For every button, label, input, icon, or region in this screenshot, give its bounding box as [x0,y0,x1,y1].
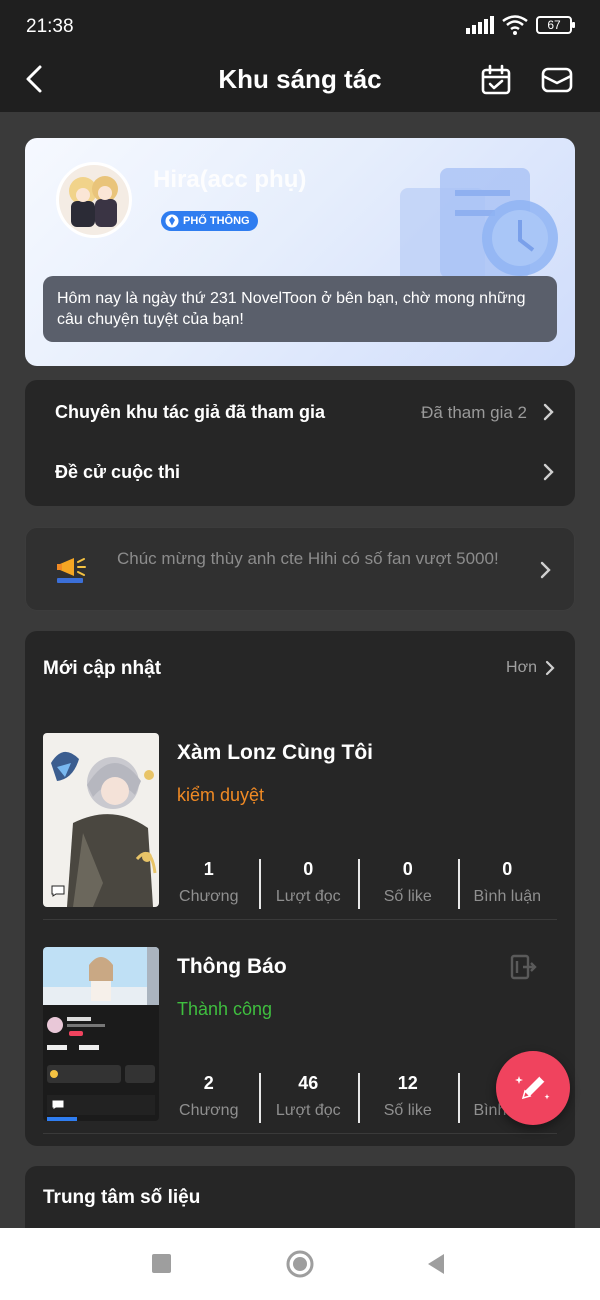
home-button[interactable] [286,1250,314,1278]
membership-badge: PHỔ THÔNG [161,211,258,231]
stat-label: Bình luận [473,888,542,905]
recent-updates-title: Mới cập nhật [43,658,162,679]
work-cover[interactable] [43,733,159,907]
announcement-text: Chúc mừng thùy anh cte Hihi có số fan vư… [117,549,499,568]
contest-recommend-row[interactable]: Đề cử cuộc thi [25,442,575,502]
shield-icon [165,214,179,228]
stat-likes: 12 Số like [358,1071,458,1125]
joined-author-zone-row[interactable]: Chuyên khu tác giả đã tham gia Đã tham g… [25,382,575,442]
calendar-icon[interactable] [480,64,512,96]
cover-illustration [43,947,159,1121]
announcement-banner[interactable]: Chúc mừng thùy anh cte Hihi có số fan vư… [25,527,575,611]
chevron-right-icon [545,660,555,676]
battery-icon: 67 [536,16,575,34]
stat-value: 0 [502,859,513,879]
work-title: Xàm Lonz Cùng Tôi [177,741,373,764]
more-link[interactable]: Hơn [506,659,555,677]
membership-label: PHỔ THÔNG [183,215,250,227]
stat-comments: 0 Bình luận [457,857,558,911]
avatar[interactable] [56,162,132,238]
megaphone-icon [57,558,86,583]
work-status: kiểm duyệt [177,785,265,805]
app-header: Khu sáng tác [0,50,600,112]
joined-count: Đã tham gia 2 [421,403,527,422]
avatar-image [59,165,129,235]
chevron-right-icon [543,463,554,481]
status-icons: 67 [466,15,575,35]
chevron-right-icon [540,561,551,579]
stat-label: Chương [179,888,239,905]
work-stats: 1 Chương 0 Lượt đọc 0 Số like 0 Bình luậ… [159,857,557,911]
work-item[interactable]: Thông Báo Thành công 2 Chương 46 Lượt đọ… [25,945,575,1135]
divider [43,919,557,920]
profile-card: Hira(acc phụ) PHỔ THÔNG Hôm nay là ngày … [25,138,575,366]
system-navigation-bar [0,1228,600,1300]
stat-reads: 0 Lượt đọc [258,857,359,911]
pencil-icon [515,1075,550,1100]
stat-value: 0 [303,859,314,879]
work-title: Thông Báo [177,955,287,978]
stat-label: Lượt đọc [275,1102,341,1119]
stat-label: Số like [383,888,432,905]
recent-updates-card: Mới cập nhật Hơn Xàm Lonz Cùng Tôi kiểm … [25,631,575,1146]
comment-icon [51,885,65,897]
username: Hira(acc phụ) [153,166,307,193]
signal-icon [466,16,494,34]
stat-value: 1 [203,859,214,879]
chevron-right-icon [543,403,554,421]
stat-label: Số like [383,1102,432,1119]
stat-reads: 46 Lượt đọc [258,1071,359,1125]
status-time: 21:38 [26,16,74,37]
stat-label: Chương [179,1102,239,1119]
work-cover[interactable] [43,947,159,1121]
comment-icon [51,1099,65,1111]
stat-likes: 0 Số like [358,857,458,911]
work-status: Thành công [177,999,273,1019]
recents-button[interactable] [152,1254,171,1273]
back-arrow-icon[interactable] [20,64,50,94]
stat-chapters: 2 Chương [159,1071,259,1125]
write-button[interactable] [496,1051,570,1125]
mail-icon[interactable] [540,64,574,96]
wifi-icon [502,15,528,35]
exit-icon[interactable] [509,953,537,981]
divider [43,1133,557,1134]
status-bar: 21:38 67 [0,0,600,50]
stat-value: 2 [203,1073,214,1093]
stat-label: Lượt đọc [275,888,341,905]
data-center-card[interactable]: Trung tâm số liệu [25,1166,575,1236]
work-item[interactable]: Xàm Lonz Cùng Tôi kiểm duyệt 1 Chương 0 … [25,731,575,921]
joined-author-zone-label: Chuyên khu tác giả đã tham gia [55,402,326,422]
contest-recommend-label: Đề cử cuộc thi [55,462,181,482]
data-center-title: Trung tâm số liệu [43,1187,201,1208]
stat-value: 12 [397,1073,418,1093]
system-back-button[interactable] [426,1253,446,1275]
stat-chapters: 1 Chương [159,857,259,911]
links-card: Chuyên khu tác giả đã tham gia Đã tham g… [25,380,575,506]
stat-value: 0 [402,859,413,879]
stat-value: 46 [298,1073,319,1093]
cover-illustration [43,733,159,907]
more-label: Hơn [506,659,537,676]
welcome-message: Hôm nay là ngày thứ 231 NovelToon ở bên … [43,276,557,342]
